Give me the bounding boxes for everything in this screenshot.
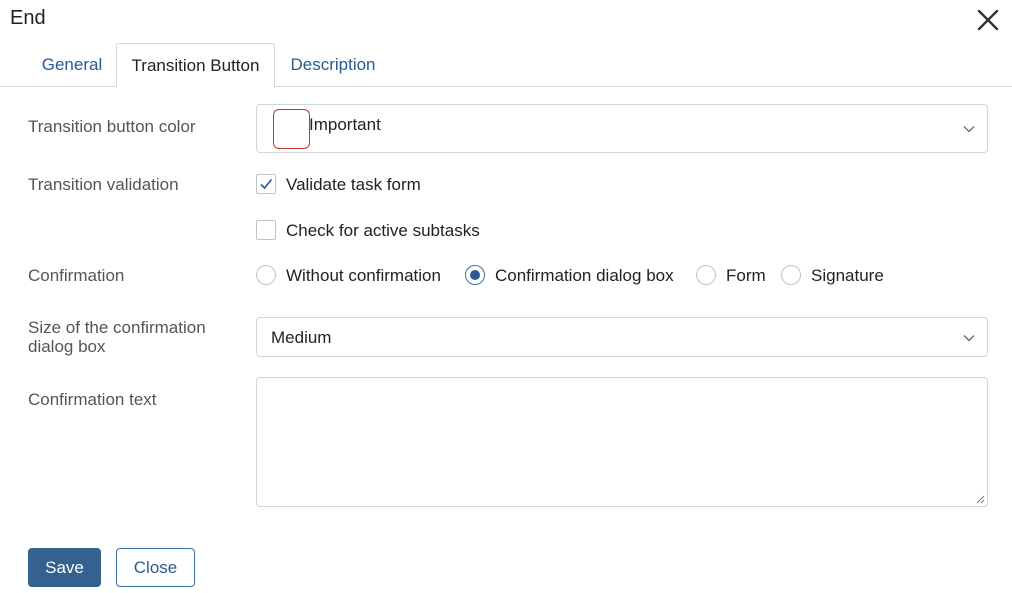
chevron-down-icon (963, 126, 975, 133)
dialog-size-label-line2: dialog box (28, 337, 106, 356)
dialog-size-label-line1: Size of the confirmation (28, 318, 206, 337)
active-subtasks-checkbox[interactable] (256, 220, 276, 240)
color-select[interactable]: Important (256, 104, 988, 153)
resize-grip-icon[interactable] (975, 494, 985, 504)
validate-form-checkbox[interactable] (256, 174, 276, 194)
tab-bar: General Transition Button Description (0, 43, 1012, 88)
radio-without-confirmation[interactable] (256, 265, 276, 285)
confirmation-label: Confirmation (28, 266, 125, 285)
without-confirmation-label: Without confirmation (286, 266, 441, 285)
dialog-size-select[interactable]: Medium (256, 317, 988, 357)
radio-form[interactable] (696, 265, 716, 285)
dialog-size-value: Medium (271, 328, 332, 347)
chevron-down-icon (963, 335, 975, 342)
tab-description[interactable]: Description (275, 43, 391, 87)
radio-confirmation-dialog[interactable] (465, 265, 485, 285)
active-subtasks-label: Check for active subtasks (286, 221, 480, 240)
validation-label: Transition validation (28, 175, 179, 194)
dialog-title: End (10, 7, 46, 29)
radio-signature[interactable] (781, 265, 801, 285)
tab-general[interactable]: General (28, 43, 116, 87)
confirmation-text-label: Confirmation text (28, 390, 157, 409)
close-button[interactable]: Close (116, 548, 195, 587)
form-label: Form (726, 266, 766, 285)
save-button[interactable]: Save (28, 548, 101, 587)
signature-label: Signature (811, 266, 884, 285)
confirmation-text-input[interactable] (256, 377, 988, 507)
close-icon[interactable] (975, 7, 1001, 33)
tab-transition-button[interactable]: Transition Button (116, 43, 275, 88)
checkmark-icon (260, 178, 273, 190)
color-swatch (273, 109, 310, 149)
color-select-value: Important (309, 115, 381, 134)
confirmation-dialog-label: Confirmation dialog box (495, 266, 674, 285)
validate-form-label: Validate task form (286, 175, 421, 194)
color-label: Transition button color (28, 117, 196, 136)
